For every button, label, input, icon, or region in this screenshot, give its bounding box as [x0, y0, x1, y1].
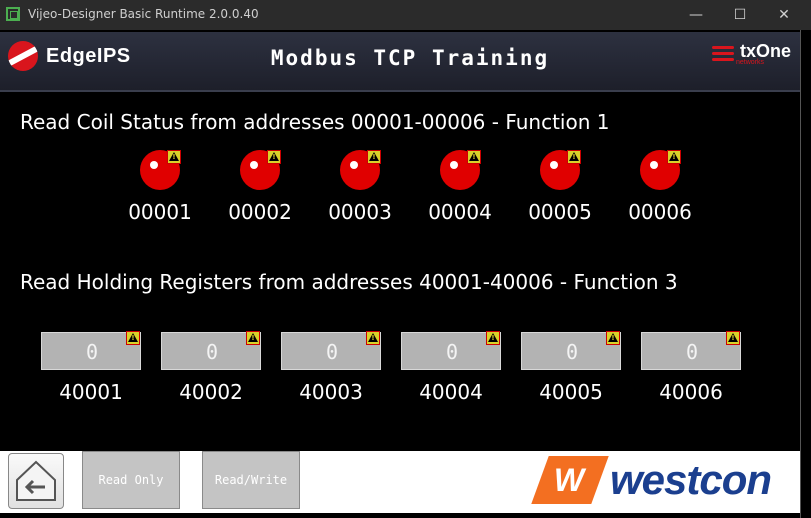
- warning-icon: [367, 150, 381, 164]
- coil-address-label: 00006: [628, 200, 692, 224]
- warning-icon: [167, 150, 181, 164]
- page-title: Modbus TCP Training: [270, 46, 550, 70]
- read-write-button[interactable]: Read/Write: [202, 451, 300, 509]
- home-back-icon: [16, 460, 56, 501]
- close-button[interactable]: ✕: [764, 0, 804, 30]
- footer-bar: Read Only Read/Write W westcon: [0, 451, 800, 513]
- register-address-label: 40002: [179, 380, 243, 404]
- register-value-display: 0: [41, 331, 141, 370]
- coil-address-label: 00002: [228, 200, 292, 224]
- txone-logo-text: txOne: [740, 41, 792, 61]
- coil-address-label: 00005: [528, 200, 592, 224]
- register-value-display: 0: [401, 331, 501, 370]
- txone-logo: txOne networks: [712, 42, 791, 66]
- maximize-button[interactable]: ☐: [720, 0, 760, 30]
- warning-icon: [246, 331, 260, 345]
- register-value-display: 0: [641, 331, 741, 370]
- register-address-label: 40004: [419, 380, 483, 404]
- westcon-logo: W westcon: [531, 456, 772, 504]
- warning-icon: [667, 150, 681, 164]
- warning-icon: [366, 331, 380, 345]
- txone-logo-icon: [712, 43, 736, 65]
- warning-icon: [467, 150, 481, 164]
- coil-address-label: 00001: [128, 200, 192, 224]
- warning-icon: [726, 331, 740, 345]
- window-titlebar: Vijeo-Designer Basic Runtime 2.0.0.40 — …: [0, 0, 811, 30]
- window-right-border: [800, 30, 811, 518]
- warning-icon: [567, 150, 581, 164]
- warning-icon: [606, 331, 620, 345]
- home-button[interactable]: [8, 453, 64, 509]
- app-icon: [6, 7, 20, 21]
- coil-address-label: 00004: [428, 200, 492, 224]
- register-value-display: 0: [161, 331, 261, 370]
- register-section-heading: Read Holding Registers from addresses 40…: [20, 270, 678, 294]
- warning-icon: [486, 331, 500, 345]
- register-value-display: 0: [521, 331, 621, 370]
- coil-address-label: 00003: [328, 200, 392, 224]
- register-address-label: 40006: [659, 380, 723, 404]
- read-only-button[interactable]: Read Only: [82, 451, 180, 509]
- register-address-label: 40005: [539, 380, 603, 404]
- westcon-logo-text: westcon: [610, 456, 772, 503]
- register-value-display: 0: [281, 331, 381, 370]
- warning-icon: [126, 331, 140, 345]
- register-address-label: 40001: [59, 380, 123, 404]
- app-header: EdgeIPS Modbus TCP Training txOne networ…: [0, 32, 800, 92]
- warning-icon: [267, 150, 281, 164]
- westcon-logo-icon: W: [531, 456, 609, 504]
- minimize-button[interactable]: —: [676, 0, 716, 30]
- coil-section-heading: Read Coil Status from addresses 00001-00…: [20, 110, 610, 134]
- window-title: Vijeo-Designer Basic Runtime 2.0.0.40: [28, 7, 259, 21]
- register-address-label: 40003: [299, 380, 363, 404]
